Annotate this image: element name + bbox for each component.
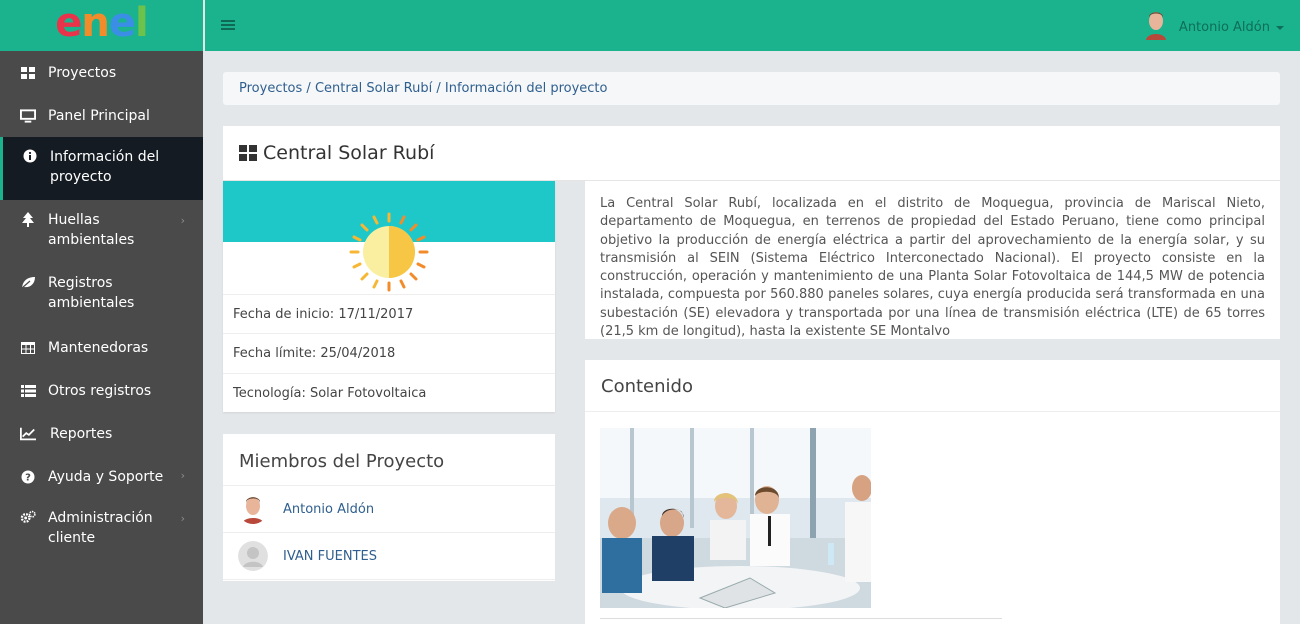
- user-menu[interactable]: Antonio Aldón: [1144, 10, 1284, 44]
- project-description: La Central Solar Rubí, localizada en el …: [585, 181, 1280, 339]
- breadcrumb-link-proyectos[interactable]: Proyectos: [239, 81, 302, 96]
- members-card: Miembros del Proyecto Antonio Aldón IVAN…: [223, 434, 555, 581]
- members-title: Miembros del Proyecto: [223, 434, 555, 486]
- content-card: Contenido: [585, 360, 1280, 624]
- sidebar-item-informacion-proyecto[interactable]: Información del proyecto: [0, 137, 203, 200]
- table-icon: [20, 340, 36, 356]
- topbar: Antonio Aldón: [205, 0, 1300, 51]
- grid-icon: [20, 65, 36, 81]
- member-link[interactable]: IVAN FUENTES: [283, 549, 377, 564]
- logo-letter: e: [108, 0, 136, 46]
- list-item: Antonio Aldón: [223, 486, 555, 533]
- sidebar-item-proyectos[interactable]: Proyectos: [0, 51, 203, 94]
- chevron-right-icon: ›: [180, 512, 185, 525]
- sidebar-item-label: Información del proyecto: [50, 149, 160, 185]
- sidebar-item-label: Administración cliente: [48, 510, 153, 546]
- breadcrumb-link-project[interactable]: Central Solar Rubí: [315, 81, 432, 96]
- logo-area[interactable]: enel: [0, 0, 203, 51]
- divider: [600, 618, 1002, 619]
- list-icon: [20, 383, 36, 399]
- avatar: [1144, 10, 1167, 44]
- list-item: IVAN FUENTES: [223, 533, 555, 580]
- sidebar-item-label: Registros ambientales: [48, 275, 135, 311]
- technology: Tecnología: Solar Fotovoltaica: [223, 373, 555, 413]
- avatar: [238, 494, 268, 524]
- member-link[interactable]: Antonio Aldón: [283, 502, 374, 517]
- sidebar-nav: Proyectos Panel Principal Información de…: [0, 51, 203, 561]
- user-name: Antonio Aldón: [1178, 19, 1270, 35]
- enel-logo: enel: [55, 0, 149, 46]
- svg-text:?: ?: [25, 473, 31, 484]
- project-info-card: Fecha de inicio: 17/11/2017 Fecha límite…: [223, 181, 555, 412]
- chevron-right-icon: ›: [180, 469, 185, 482]
- chart-line-icon: [20, 426, 36, 442]
- end-date: Fecha límite: 25/04/2018: [223, 333, 555, 373]
- sidebar-item-registros-ambientales[interactable]: Registros ambientales: [0, 263, 203, 326]
- description-text: La Central Solar Rubí, localizada en el …: [600, 196, 1265, 340]
- chevron-right-icon: ›: [180, 214, 185, 227]
- sidebar-item-administracion-cliente[interactable]: Administración cliente ›: [0, 498, 203, 561]
- sun-icon: [349, 212, 429, 292]
- caret-down-icon: [1276, 26, 1284, 30]
- start-date: Fecha de inicio: 17/11/2017: [223, 294, 555, 334]
- menu-toggle-icon[interactable]: [221, 20, 235, 31]
- sidebar-item-panel-principal[interactable]: Panel Principal: [0, 94, 203, 137]
- sidebar-item-label: Mantenedoras: [48, 339, 149, 356]
- breadcrumb-current: Información del proyecto: [444, 81, 608, 96]
- breadcrumb-separator: /: [432, 81, 445, 96]
- sidebar-item-label: Panel Principal: [48, 107, 150, 124]
- sidebar-item-label: Proyectos: [48, 64, 117, 81]
- logo-letter: l: [135, 0, 149, 46]
- sidebar-item-mantenedoras[interactable]: Mantenedoras: [0, 326, 203, 369]
- page-title: Central Solar Rubí: [263, 142, 435, 164]
- content-title: Contenido: [585, 360, 1280, 412]
- logo-letter: n: [81, 0, 110, 46]
- question-icon: ?: [20, 469, 36, 485]
- sidebar-item-label: Reportes: [50, 425, 113, 442]
- sidebar-item-label: Huellas ambientales: [48, 212, 135, 248]
- content-image[interactable]: [600, 428, 871, 608]
- sidebar-item-reportes[interactable]: Reportes: [0, 412, 203, 455]
- grid-icon: [239, 145, 257, 161]
- sidebar: enel Proyectos Panel Principal Informaci…: [0, 0, 203, 624]
- sidebar-item-label: Otros registros: [48, 382, 152, 399]
- sidebar-item-label: Ayuda y Soporte: [48, 468, 164, 485]
- monitor-icon: [20, 108, 36, 124]
- avatar: [238, 541, 268, 571]
- sidebar-item-otros-registros[interactable]: Otros registros: [0, 369, 203, 412]
- project-header: Central Solar Rubí: [223, 126, 1280, 181]
- sidebar-item-ayuda-soporte[interactable]: ? Ayuda y Soporte ›: [0, 455, 203, 498]
- breadcrumb: Proyectos / Central Solar Rubí / Informa…: [223, 72, 1280, 105]
- breadcrumb-separator: /: [302, 81, 315, 96]
- logo-letter: e: [55, 0, 82, 46]
- sidebar-item-huellas-ambientales[interactable]: Huellas ambientales ›: [0, 200, 203, 263]
